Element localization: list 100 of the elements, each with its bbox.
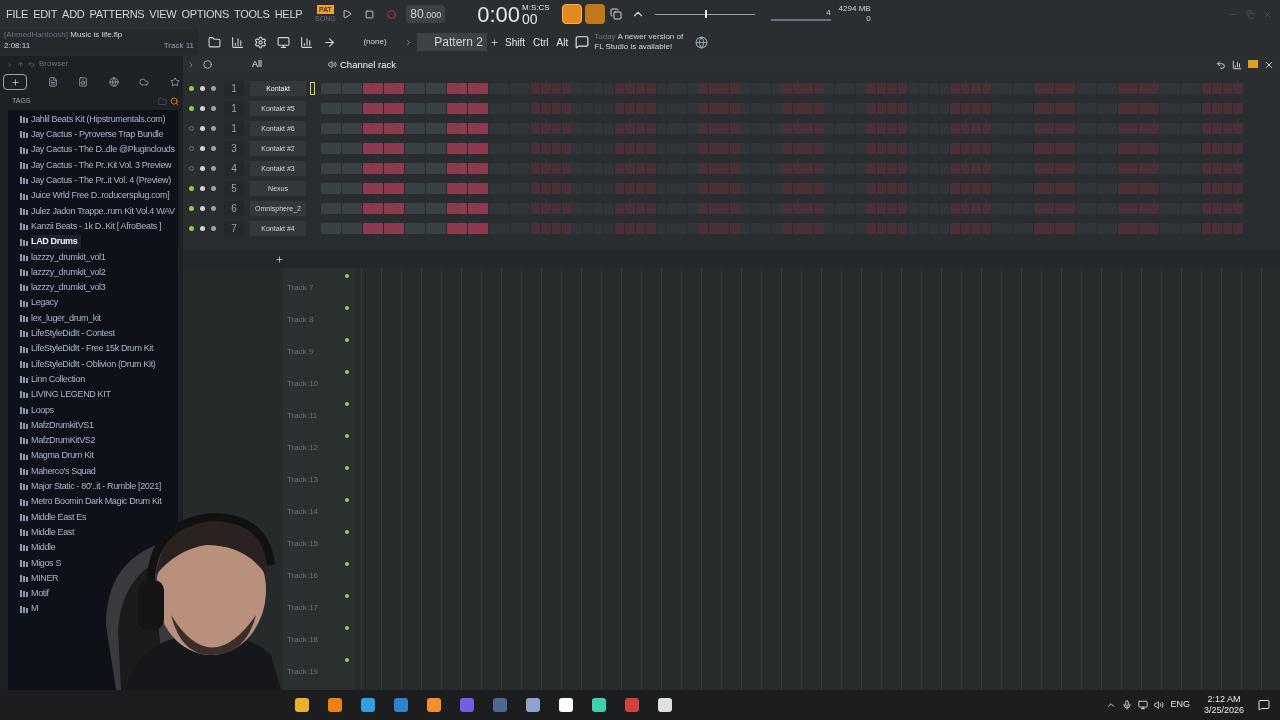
browser-folder-item[interactable]: MINER xyxy=(31,571,59,586)
volume-knob[interactable] xyxy=(211,106,216,112)
track-mute-led[interactable] xyxy=(345,306,349,310)
browser-folder-item[interactable]: Loops xyxy=(31,403,54,418)
pan-knob[interactable] xyxy=(200,126,205,132)
browser-folder-item[interactable]: Jahlil Beats Kit (Hipstrumentals.com) xyxy=(31,112,166,127)
browser-folder-item[interactable]: MafzDrumkitVS1 xyxy=(31,418,94,433)
mixer-track-number[interactable]: 6 xyxy=(224,201,244,217)
up-arrow-icon[interactable] xyxy=(17,60,24,68)
volume-knob[interactable] xyxy=(211,146,216,152)
mixer-track-number[interactable]: 5 xyxy=(224,181,244,197)
play-icon[interactable] xyxy=(187,60,195,69)
browser-folder-item[interactable]: Migos S xyxy=(31,556,62,570)
browser-folder-item[interactable]: Jay Cactus - The Pr..Kit Vol. 3 Preview xyxy=(31,158,172,173)
channel-select-indicator[interactable] xyxy=(310,82,315,96)
globe-icon[interactable] xyxy=(695,35,709,49)
browser-folder-item[interactable]: Jay Cactus - The Pr..it Vol. 4 (Preview) xyxy=(31,174,171,188)
menu-item[interactable]: OPTIONS xyxy=(181,5,229,23)
grid-view-icon[interactable] xyxy=(1248,59,1258,68)
track-mute-led[interactable] xyxy=(345,530,349,534)
track-mute-led[interactable] xyxy=(345,658,349,662)
browser-folder-item[interactable]: lazzzy_drumkit_vol3 xyxy=(31,281,106,295)
browser-folder-item[interactable]: LIVING LEGEND KIT xyxy=(31,388,111,402)
menu-item[interactable]: FILE xyxy=(6,5,29,23)
browser-folder-item[interactable]: Motif xyxy=(31,587,49,601)
pan-knob[interactable] xyxy=(200,86,205,92)
pan-knob[interactable] xyxy=(200,106,205,112)
chevron-up-icon[interactable] xyxy=(1106,700,1117,710)
menu-item[interactable]: VIEW xyxy=(149,5,177,23)
channel-filter-dropdown[interactable]: All xyxy=(252,58,312,72)
master-pitch-slider-thumb[interactable] xyxy=(704,10,707,18)
browser-folder-item[interactable]: LifeStyleDidIt - Oblivion (Drum Kit) xyxy=(31,357,156,372)
browser-folder-item[interactable]: Julez Jadon Trappe..rum Kit Vol.4 WAV xyxy=(31,204,175,219)
mixer-track-number[interactable]: 1 xyxy=(224,81,244,97)
speaker-icon[interactable] xyxy=(78,77,89,87)
channel-power-led[interactable] xyxy=(189,226,194,232)
track-mute-led[interactable] xyxy=(345,370,349,374)
pan-knob[interactable] xyxy=(200,146,205,152)
track-mute-led[interactable] xyxy=(345,466,349,470)
modifier-key-button[interactable]: Shift xyxy=(501,34,529,50)
undo-icon[interactable] xyxy=(1216,59,1226,70)
volume-knob[interactable] xyxy=(211,86,216,92)
browser-folder-item[interactable]: M xyxy=(31,602,39,616)
back-icon[interactable] xyxy=(28,60,35,68)
mixer-track-number[interactable]: 3 xyxy=(224,141,244,157)
track-mute-led[interactable] xyxy=(345,274,349,278)
browser-folder-item[interactable]: LifeStyleDidIt - Contest xyxy=(31,327,115,341)
track-mute-led[interactable] xyxy=(345,562,349,566)
menu-item[interactable]: PATTERNS xyxy=(89,5,145,23)
browser-folder-item[interactable]: Magma Drum Kit xyxy=(31,449,94,463)
menu-item[interactable]: EDIT xyxy=(33,5,58,23)
volume-knob[interactable] xyxy=(211,206,216,212)
channel-power-led[interactable] xyxy=(189,86,194,92)
browser-folder-item[interactable]: lex_luger_drum_kit xyxy=(31,311,101,326)
track-mute-led[interactable] xyxy=(345,626,349,630)
notification-icon[interactable] xyxy=(1258,699,1270,711)
modifier-key-button[interactable]: Alt xyxy=(552,34,573,50)
mixer-track-number[interactable]: 1 xyxy=(224,101,244,117)
pan-knob[interactable] xyxy=(200,226,205,232)
clock-time[interactable]: 2:12 AM xyxy=(1207,694,1241,705)
browser-folder-item[interactable]: Middle East Es xyxy=(31,510,87,525)
browser-folder-item[interactable]: Middle East xyxy=(31,525,75,540)
globe-icon[interactable] xyxy=(108,77,119,87)
network-icon[interactable] xyxy=(1138,700,1149,710)
expand-icon[interactable] xyxy=(6,60,13,68)
channel-power-led[interactable] xyxy=(189,106,194,112)
browser-folder-item[interactable]: Kanzii Beats - 1k D..Kit [ AfroBeats ] xyxy=(31,219,162,234)
tempo-display[interactable]: 80.000 xyxy=(406,5,446,23)
volume-icon[interactable] xyxy=(1154,700,1165,710)
microphone-icon[interactable] xyxy=(1122,700,1133,710)
volume-knob[interactable] xyxy=(211,226,216,232)
cloud-icon[interactable] xyxy=(139,77,150,87)
track-mute-led[interactable] xyxy=(345,434,349,438)
track-mute-led[interactable] xyxy=(345,498,349,502)
all-files-tab[interactable] xyxy=(3,74,27,90)
mixer-track-number[interactable]: 4 xyxy=(224,161,244,177)
menu-item[interactable]: ADD xyxy=(62,5,85,23)
channel-power-led[interactable] xyxy=(189,206,194,212)
track-mute-led[interactable] xyxy=(345,594,349,598)
arrow-right-icon[interactable] xyxy=(404,37,413,47)
browser-folder-item[interactable]: lazzzy_drumkit_vol1 xyxy=(31,250,106,265)
volume-knob[interactable] xyxy=(211,166,216,172)
browser-folder-item[interactable]: MafzDrumKitVS2 xyxy=(31,434,96,448)
search-icon[interactable] xyxy=(170,96,179,106)
modifier-key-button[interactable]: Ctrl xyxy=(529,34,553,50)
speaker-icon[interactable] xyxy=(328,60,337,70)
volume-knob[interactable] xyxy=(211,126,216,132)
channel-power-led[interactable] xyxy=(189,186,194,192)
track-mute-led[interactable] xyxy=(345,338,349,342)
add-channel-icon[interactable] xyxy=(275,254,284,264)
menu-item[interactable]: TOOLS xyxy=(233,5,270,23)
browser-folder-item[interactable]: Juice Wrld Free D..roducersplug.com] xyxy=(31,189,170,203)
mixer-track-number[interactable]: 7 xyxy=(224,221,244,237)
browser-folder-item[interactable]: Jay Cactus - Pyroverse Trap Bundle xyxy=(31,128,164,142)
close-icon[interactable] xyxy=(1264,59,1274,70)
browser-folder-item[interactable]: lazzzy_drumkit_vol2 xyxy=(31,265,106,280)
browser-folder-item[interactable]: Metro Boomin Dark Magic Drum Kit xyxy=(31,495,162,509)
pattern-select-dropdown[interactable]: (none) xyxy=(346,36,404,48)
language-indicator[interactable]: ENG xyxy=(1170,698,1190,712)
pattern-selector[interactable]: Pattern 2 xyxy=(417,33,487,51)
